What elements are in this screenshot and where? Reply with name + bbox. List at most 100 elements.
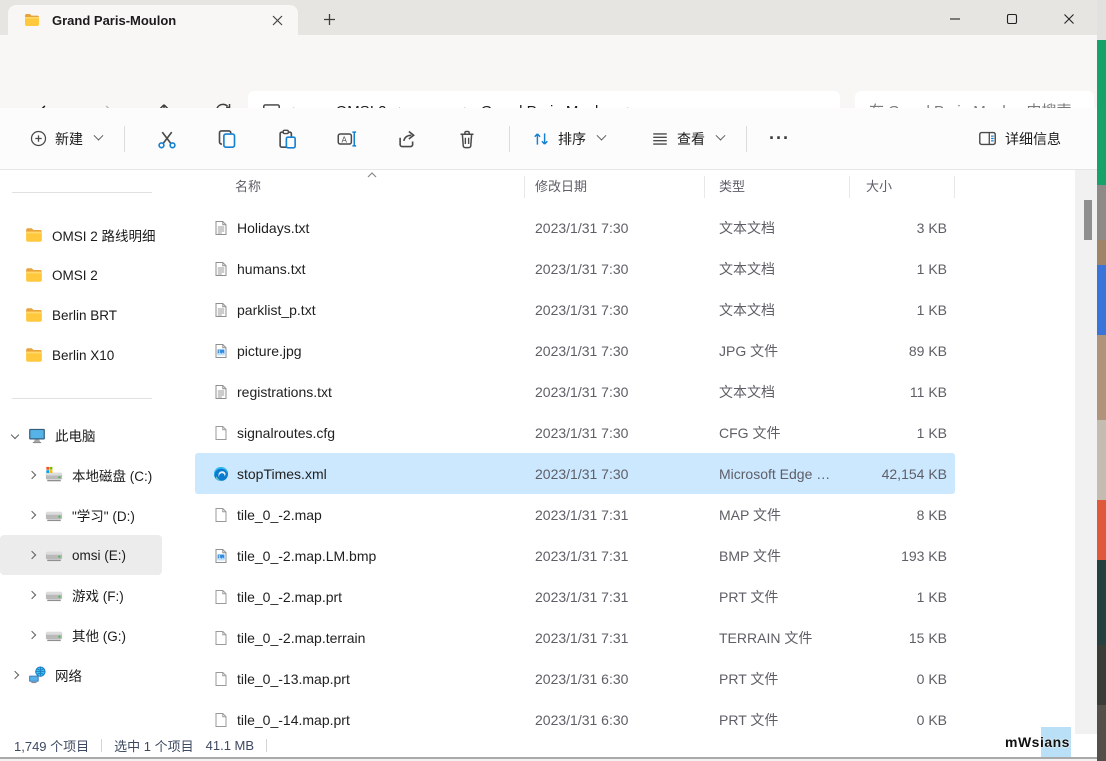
sidebar-item-folder[interactable]: Berlin BRT	[0, 295, 162, 335]
file-type-icon	[213, 343, 229, 359]
sidebar-item-label: 此电脑	[55, 425, 96, 445]
tree-chevron-icon[interactable]	[22, 512, 42, 518]
tree-chevron-icon[interactable]	[5, 672, 25, 678]
maximize-icon	[1006, 13, 1018, 25]
sidebar-item-icon	[28, 666, 48, 684]
toolbar-divider	[124, 126, 125, 152]
sidebar-item-icon	[45, 466, 65, 484]
column-header[interactable]: 修改日期	[525, 176, 705, 198]
column-headers: 名称修改日期类型大小	[195, 172, 955, 202]
file-type: Microsoft Edge …	[705, 466, 850, 482]
table-row[interactable]: tile_0_-2.map.terrain 2023/1/31 7:31 TER…	[195, 617, 955, 658]
new-button[interactable]: 新建	[20, 121, 112, 157]
table-row[interactable]: tile_0_-13.map.prt 2023/1/31 6:30 PRT 文件…	[195, 658, 955, 699]
sort-button[interactable]: 排序	[522, 121, 615, 157]
file-list-scrollbar-thumb[interactable]	[1084, 200, 1092, 240]
sidebar-item-folder[interactable]: Berlin X10	[0, 335, 162, 375]
sidebar-item-icon	[45, 626, 65, 644]
file-date: 2023/1/31 7:31	[525, 630, 705, 646]
file-name-cell: tile_0_-2.map	[195, 507, 525, 523]
sidebar-divider	[12, 398, 152, 399]
file-size: 0 KB	[850, 671, 955, 687]
sidebar-item-label: 游戏 (F:)	[72, 585, 124, 605]
sidebar-item-label: omsi (E:)	[72, 548, 126, 563]
file-size: 1 KB	[850, 302, 955, 318]
file-date: 2023/1/31 7:30	[525, 425, 705, 441]
window-close-button[interactable]	[1047, 8, 1091, 30]
sidebar-tree-item[interactable]: 本地磁盘 (C:)	[0, 455, 162, 495]
watermark: mWsians	[1005, 727, 1097, 759]
file-name: tile_0_-13.map.prt	[237, 671, 350, 687]
table-row[interactable]: tile_0_-14.map.prt 2023/1/31 6:30 PRT 文件…	[195, 699, 955, 734]
folder-icon	[25, 306, 45, 324]
sidebar-tree-item[interactable]: 此电脑	[0, 415, 162, 455]
more-options-button[interactable]: ···	[759, 120, 800, 157]
window-maximize-button[interactable]	[990, 8, 1034, 30]
file-name-cell: tile_0_-2.map.terrain	[195, 630, 525, 646]
sidebar-tree-item[interactable]: 其他 (G:)	[0, 615, 162, 655]
file-name: humans.txt	[237, 261, 305, 277]
tree-chevron-icon[interactable]	[5, 432, 25, 438]
column-header[interactable]: 大小	[850, 176, 955, 198]
sidebar-item-folder[interactable]: OMSI 2 路线明细	[0, 215, 162, 255]
file-type-icon	[213, 671, 229, 687]
scissors-icon	[157, 129, 177, 149]
sidebar-tree-item[interactable]: 游戏 (F:)	[0, 575, 162, 615]
table-row[interactable]: picture.jpg 2023/1/31 7:30 JPG 文件 89 KB	[195, 330, 955, 371]
table-row[interactable]: stopTimes.xml 2023/1/31 7:30 Microsoft E…	[195, 453, 955, 494]
table-row[interactable]: registrations.txt 2023/1/31 7:30 文本文档 11…	[195, 371, 955, 412]
sidebar-tree-item[interactable]: "学习" (D:)	[0, 495, 162, 535]
tab-close-button[interactable]	[266, 9, 288, 31]
tab-grand-paris-moulon[interactable]: Grand Paris-Moulon	[8, 5, 298, 35]
file-date: 2023/1/31 7:30	[525, 261, 705, 277]
file-size: 1 KB	[850, 425, 955, 441]
column-header[interactable]: 名称	[195, 176, 525, 198]
table-row[interactable]: Holidays.txt 2023/1/31 7:30 文本文档 3 KB	[195, 207, 955, 248]
sidebar: OMSI 2 路线明细 OMSI 2 Berlin BRT Berlin X10	[0, 170, 168, 734]
svg-text:A: A	[342, 135, 348, 144]
sidebar-item-icon	[45, 506, 65, 524]
file-date: 2023/1/31 7:30	[525, 302, 705, 318]
plus-circle-icon	[30, 130, 47, 147]
sort-button-label: 排序	[558, 129, 586, 149]
details-pane-button[interactable]: 详细信息	[968, 121, 1071, 157]
sidebar-item-folder[interactable]: OMSI 2	[0, 255, 162, 295]
tree-chevron-icon[interactable]	[22, 472, 42, 478]
column-header[interactable]: 类型	[705, 176, 850, 198]
delete-button[interactable]	[446, 121, 488, 157]
sidebar-tree-item[interactable]: omsi (E:)	[0, 535, 162, 575]
file-type-icon	[213, 220, 229, 236]
sidebar-tree-item[interactable]: 网络	[0, 655, 162, 695]
file-list: 名称修改日期类型大小 Holidays.txt 2023/1/31 7:30 文…	[180, 170, 1097, 734]
tree-chevron-icon[interactable]	[22, 552, 42, 558]
cut-button[interactable]	[146, 121, 188, 157]
file-type: TERRAIN 文件	[705, 628, 850, 648]
list-view-icon	[651, 130, 669, 148]
file-type-icon	[213, 261, 229, 277]
file-type-icon	[213, 466, 229, 482]
file-date: 2023/1/31 6:30	[525, 671, 705, 687]
window-minimize-button[interactable]	[933, 8, 977, 30]
file-size: 0 KB	[850, 712, 955, 728]
view-button[interactable]: 查看	[641, 121, 734, 157]
table-row[interactable]: tile_0_-2.map.prt 2023/1/31 7:31 PRT 文件 …	[195, 576, 955, 617]
file-type-icon	[213, 425, 229, 441]
tree-chevron-icon[interactable]	[22, 592, 42, 598]
table-row[interactable]: humans.txt 2023/1/31 7:30 文本文档 1 KB	[195, 248, 955, 289]
file-list-scrollbar-track[interactable]	[1075, 170, 1097, 734]
table-row[interactable]: tile_0_-2.map 2023/1/31 7:31 MAP 文件 8 KB	[195, 494, 955, 535]
file-name: stopTimes.xml	[237, 466, 327, 482]
plus-icon	[323, 13, 336, 26]
table-row[interactable]: tile_0_-2.map.LM.bmp 2023/1/31 7:31 BMP …	[195, 535, 955, 576]
table-row[interactable]: parklist_p.txt 2023/1/31 7:30 文本文档 1 KB	[195, 289, 955, 330]
share-button[interactable]	[386, 121, 428, 157]
paste-button[interactable]	[266, 121, 308, 157]
file-size: 1 KB	[850, 261, 955, 277]
new-tab-button[interactable]	[316, 6, 342, 32]
folder-icon	[25, 266, 45, 284]
copy-button[interactable]	[206, 121, 248, 157]
sidebar-item-label: 本地磁盘 (C:)	[72, 465, 152, 485]
table-row[interactable]: signalroutes.cfg 2023/1/31 7:30 CFG 文件 1…	[195, 412, 955, 453]
rename-button[interactable]: A	[326, 121, 368, 157]
tree-chevron-icon[interactable]	[22, 632, 42, 638]
